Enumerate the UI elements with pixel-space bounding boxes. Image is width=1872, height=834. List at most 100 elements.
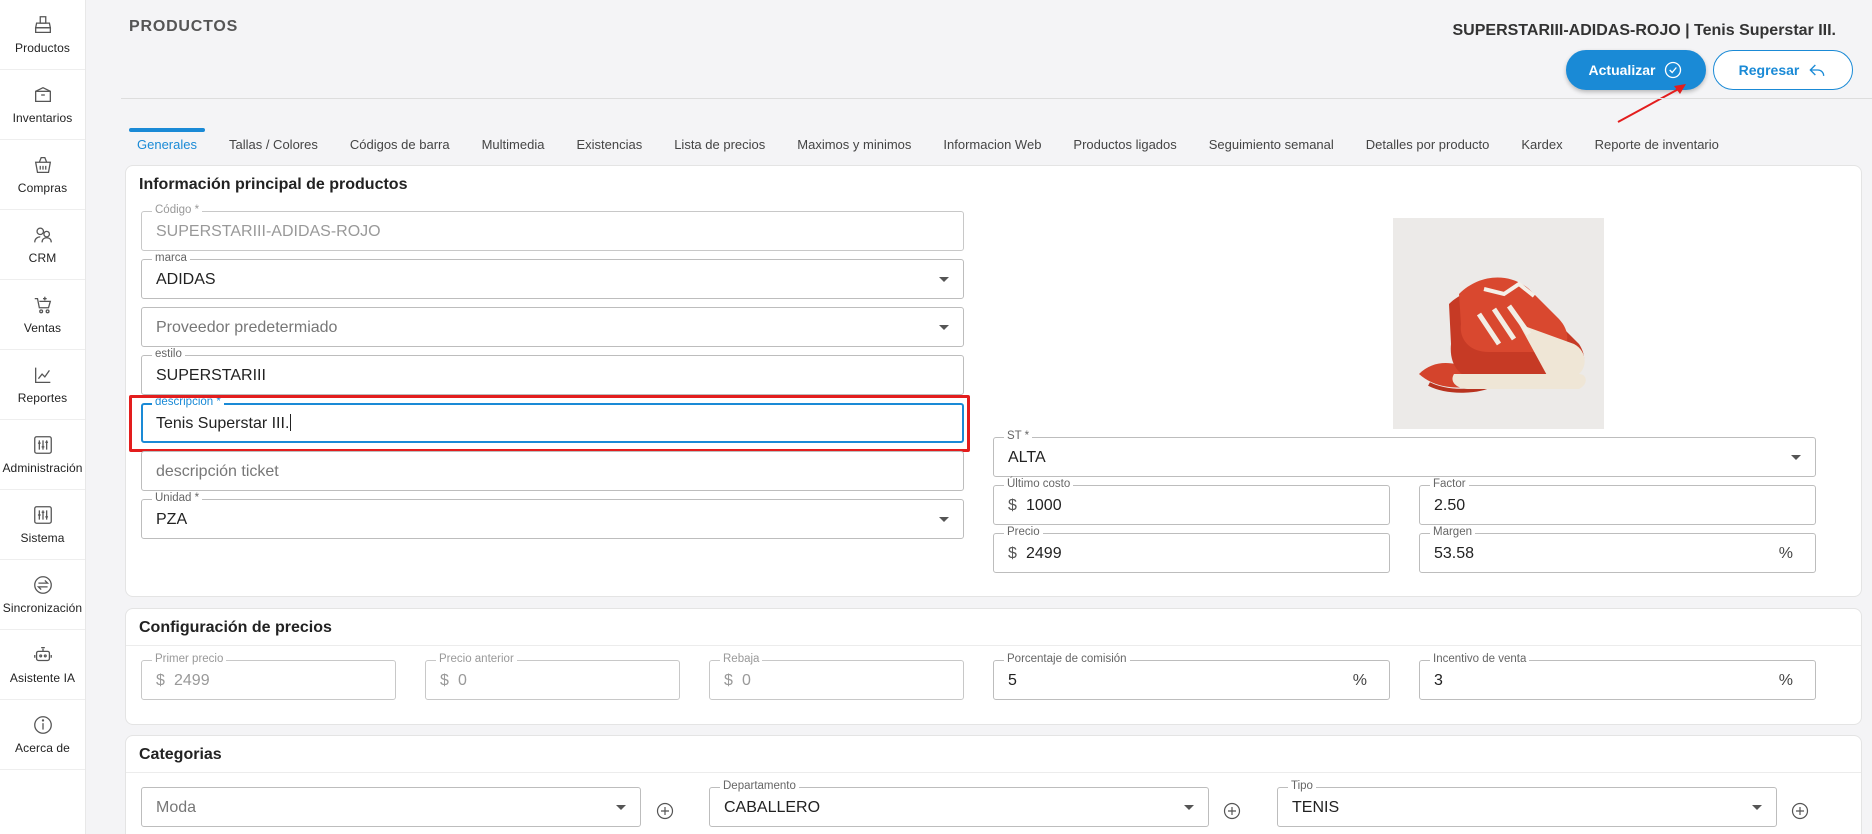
chevron-down-icon[interactable]: [939, 517, 949, 522]
sidebar-item-sistema[interactable]: Sistema: [0, 490, 85, 560]
sidebar-item-label: Asistente IA: [9, 671, 76, 685]
chevron-down-icon[interactable]: [1791, 455, 1801, 460]
chevron-down-icon[interactable]: [1752, 805, 1762, 810]
rebaja-label: Rebaja: [720, 652, 763, 666]
primer-precio-field[interactable]: Primer precio $ 2499: [141, 652, 396, 700]
tab-seguimiento-semanal[interactable]: Seguimiento semanal: [1193, 128, 1350, 160]
unidad-select[interactable]: Unidad * PZA: [141, 491, 964, 539]
sidebar-item-label: Sincronización: [2, 601, 83, 615]
tab-multimedia[interactable]: Multimedia: [466, 128, 561, 160]
ultimo-costo-field[interactable]: Último costo $ 1000: [993, 477, 1390, 525]
factor-field[interactable]: Factor 2.50: [1419, 477, 1816, 525]
sidebar-item-label: Sistema: [20, 531, 65, 545]
ultimo-costo-label: Último costo: [1004, 477, 1074, 491]
st-select[interactable]: ST * ALTA: [993, 429, 1816, 477]
comision-field[interactable]: Porcentaje de comisión 5 %: [993, 652, 1390, 700]
chevron-down-icon[interactable]: [939, 277, 949, 282]
margen-field[interactable]: Margen 53.58 %: [1419, 525, 1816, 573]
comision-value: 5: [1008, 672, 1017, 689]
update-button-label: Actualizar: [1588, 62, 1656, 78]
sidebar-item-asistente-ia[interactable]: Asistente IA: [0, 630, 85, 700]
add-tipo-icon[interactable]: [1791, 802, 1809, 820]
chevron-down-icon[interactable]: [616, 805, 626, 810]
codigo-field[interactable]: Código * SUPERSTARIII-ADIDAS-ROJO: [141, 203, 964, 251]
precio-field[interactable]: Precio $ 2499: [993, 525, 1390, 573]
sidebar-item-label: Reportes: [17, 391, 68, 405]
sidebar-item-crm[interactable]: CRM: [0, 210, 85, 280]
factor-label: Factor: [1430, 477, 1469, 491]
sidebar-item-label: Productos: [15, 41, 70, 55]
codigo-label: Código *: [152, 203, 203, 217]
currency-prefix: $: [1008, 497, 1017, 514]
sidebar-item-reportes[interactable]: Reportes: [0, 350, 85, 420]
chevron-down-icon[interactable]: [939, 325, 949, 330]
crm-icon: [33, 227, 52, 243]
tab-productos-ligados[interactable]: Productos ligados: [1057, 128, 1192, 160]
reportes-icon: [34, 367, 50, 383]
percent-suffix: %: [1352, 672, 1367, 689]
primer-precio-label: Primer precio: [152, 652, 227, 666]
sidebar-item-sincronizacion[interactable]: Sincronización: [0, 560, 85, 630]
currency-prefix: $: [1008, 545, 1017, 562]
main-content: PRODUCTOS SUPERSTARIII-ADIDAS-ROJO | Ten…: [86, 0, 1872, 834]
back-button[interactable]: Regresar: [1713, 50, 1853, 90]
tab-maximos-y-minimos[interactable]: Maximos y minimos: [781, 128, 927, 160]
estilo-label: estilo: [152, 347, 185, 361]
sidebar: Productos Inventarios Compras CRM Ventas…: [0, 0, 86, 834]
precio-anterior-label: Precio anterior: [436, 652, 517, 666]
margen-value: 53.58: [1434, 545, 1475, 562]
tipo-select[interactable]: Tipo TENIS: [1277, 779, 1777, 827]
codigo-value: SUPERSTARIII-ADIDAS-ROJO: [156, 223, 381, 240]
tab-kardex[interactable]: Kardex: [1505, 128, 1578, 160]
tab-reporte-de-inventario[interactable]: Reporte de inventario: [1579, 128, 1735, 160]
unidad-value: PZA: [156, 511, 188, 528]
departamento-value: CABALLERO: [724, 799, 821, 816]
estilo-field[interactable]: estilo SUPERSTARIII: [141, 347, 964, 395]
categorias-card-title: Categorias: [139, 746, 222, 763]
percent-suffix: %: [1778, 672, 1793, 689]
sidebar-item-ventas[interactable]: Ventas: [0, 280, 85, 350]
tab-detalles-por-producto[interactable]: Detalles por producto: [1350, 128, 1506, 160]
sidebar-item-administracion[interactable]: Administración: [0, 420, 85, 490]
tab-codigos-de-barra[interactable]: Códigos de barra: [334, 128, 466, 160]
unidad-label: Unidad *: [152, 491, 203, 505]
sidebar-item-label: Acerca de: [15, 741, 70, 755]
product-heading: SUPERSTARIII-ADIDAS-ROJO | Tenis Superst…: [1452, 22, 1837, 39]
incentivo-field[interactable]: Incentivo de venta 3 %: [1419, 652, 1816, 700]
rebaja-field[interactable]: Rebaja $ 0: [709, 652, 964, 700]
margen-label: Margen: [1430, 525, 1475, 539]
ventas-icon: [34, 296, 51, 314]
ultimo-costo-value: 1000: [1026, 497, 1062, 514]
sidebar-item-label: Inventarios: [12, 111, 73, 125]
tipo-label: Tipo: [1288, 779, 1316, 793]
percent-suffix: %: [1778, 545, 1793, 562]
tab-generales[interactable]: Generales: [129, 128, 213, 160]
sidebar-item-productos[interactable]: Productos: [0, 0, 85, 70]
sidebar-item-label: Ventas: [23, 321, 62, 335]
proveedor-select[interactable]: Proveedor predetermiado: [141, 307, 964, 347]
precio-label: Precio: [1004, 525, 1043, 539]
descripcion-ticket-field[interactable]: descripción ticket: [141, 451, 964, 491]
precios-card-title: Configuración de precios: [139, 619, 332, 636]
chevron-down-icon[interactable]: [1184, 805, 1194, 810]
tab-informacion-web[interactable]: Informacion Web: [927, 128, 1057, 160]
sistema-icon: [33, 506, 52, 524]
add-departamento-icon[interactable]: [1223, 802, 1241, 820]
tab-lista-de-precios[interactable]: Lista de precios: [658, 128, 781, 160]
annotation-arrow: [1617, 84, 1686, 123]
product-image[interactable]: [1393, 218, 1604, 429]
sidebar-item-compras[interactable]: Compras: [0, 140, 85, 210]
precio-anterior-field[interactable]: Precio anterior $ 0: [425, 652, 680, 700]
sidebar-item-acerca-de[interactable]: Acerca de: [0, 700, 85, 770]
tab-existencias[interactable]: Existencias: [560, 128, 658, 160]
sidebar-item-inventarios[interactable]: Inventarios: [0, 70, 85, 140]
compras-icon: [34, 157, 51, 173]
departamento-select[interactable]: Departamento CABALLERO: [709, 779, 1209, 827]
card-divider: [126, 645, 1861, 646]
comision-label: Porcentaje de comisión: [1004, 652, 1130, 666]
add-moda-icon[interactable]: [656, 802, 674, 820]
moda-select[interactable]: Moda: [141, 787, 641, 827]
tab-tallas-colores[interactable]: Tallas / Colores: [213, 128, 334, 160]
info-icon: [33, 716, 52, 734]
marca-select[interactable]: marca ADIDAS: [141, 251, 964, 299]
